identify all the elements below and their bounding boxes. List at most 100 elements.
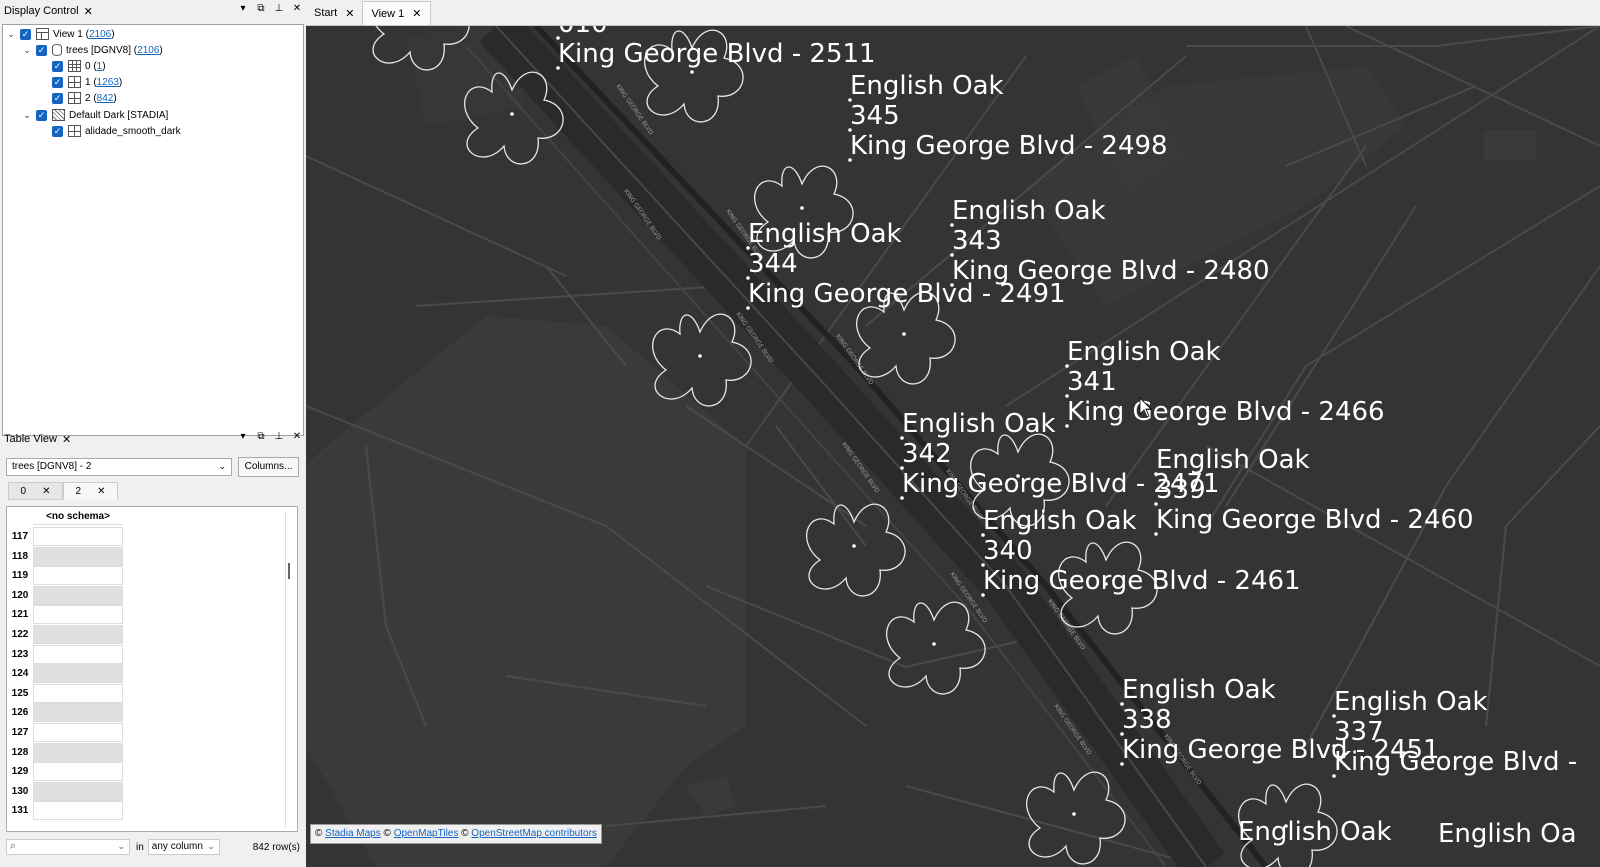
row-number[interactable]: 129: [7, 762, 33, 782]
row-number[interactable]: 130: [7, 782, 33, 802]
tree-item-trees[interactable]: ⌄ ✓ trees [DGNV8] (2106): [21, 42, 163, 58]
checkbox[interactable]: ✓: [20, 28, 31, 40]
close-icon[interactable]: ✕: [292, 3, 302, 14]
row-number[interactable]: 119: [7, 566, 33, 586]
table-row[interactable]: 125: [7, 683, 125, 704]
table-cell[interactable]: [33, 703, 123, 723]
tab-view1[interactable]: View 1 ✕: [362, 1, 431, 25]
table-row[interactable]: 129: [7, 762, 125, 782]
checkbox[interactable]: ✓: [52, 92, 63, 104]
close-icon[interactable]: ✕: [97, 486, 105, 497]
checkbox[interactable]: ✓: [36, 44, 47, 56]
row-number[interactable]: 117: [7, 527, 33, 547]
close-icon[interactable]: ✕: [345, 7, 354, 20]
row-number[interactable]: 126: [7, 703, 33, 723]
display-control-tab[interactable]: Display Control ✕: [0, 0, 97, 22]
vertical-scrollbar[interactable]: [285, 511, 293, 827]
row-number[interactable]: 120: [7, 586, 33, 606]
stadia-maps-link[interactable]: Stadia Maps: [325, 828, 381, 839]
count-link[interactable]: 842: [97, 93, 114, 104]
table-row[interactable]: 119: [7, 566, 125, 586]
openstreetmap-link[interactable]: OpenStreetMap contributors: [471, 828, 597, 839]
tree-item-default-dark[interactable]: ⌄ ✓ Default Dark [STADIA]: [21, 107, 168, 123]
checkbox[interactable]: ✓: [52, 76, 63, 88]
checkbox[interactable]: ✓: [36, 109, 47, 121]
row-number[interactable]: 127: [7, 723, 33, 743]
chevron-down-icon[interactable]: ⌄: [21, 45, 33, 56]
table-row[interactable]: 124: [7, 664, 125, 684]
tree-item-level-1[interactable]: ✓ 1 (1263): [49, 74, 122, 90]
map-view[interactable]: KING GEORGE BLVD KING GEORGE BLVD KING G…: [306, 26, 1600, 867]
pin-icon[interactable]: ⊥: [274, 3, 284, 14]
scrollbar-thumb[interactable]: [288, 563, 290, 579]
row-number[interactable]: 118: [7, 547, 33, 567]
table-cell[interactable]: [33, 625, 123, 644]
close-icon[interactable]: ✕: [62, 433, 71, 446]
row-number[interactable]: 121: [7, 605, 33, 625]
chevron-down-icon[interactable]: ⌄: [5, 29, 17, 40]
checkbox[interactable]: ✓: [52, 125, 63, 137]
float-icon[interactable]: ⧉: [256, 3, 266, 14]
row-number[interactable]: 125: [7, 684, 33, 704]
tab-2[interactable]: 2 ✕: [63, 482, 118, 500]
close-icon[interactable]: ✕: [292, 431, 302, 442]
table-cell[interactable]: [33, 683, 123, 703]
table-cell[interactable]: [33, 585, 123, 605]
table-row[interactable]: 126: [7, 703, 125, 723]
table-row[interactable]: 131: [7, 801, 125, 821]
columns-button[interactable]: Columns...: [238, 457, 299, 477]
table-row[interactable]: 130: [7, 781, 125, 802]
row-number[interactable]: 131: [7, 801, 33, 821]
row-number[interactable]: 122: [7, 625, 33, 645]
table-cell[interactable]: [33, 527, 123, 546]
close-icon[interactable]: ✕: [42, 486, 50, 497]
openmaptiles-link[interactable]: OpenMapTiles: [394, 828, 459, 839]
table-row[interactable]: 120: [7, 585, 125, 606]
table-row[interactable]: 118: [7, 546, 125, 567]
count-link[interactable]: 2106: [89, 29, 111, 40]
source-select[interactable]: trees [DGNV8] - 2 ⌄: [6, 458, 232, 476]
pin-icon[interactable]: ⊥: [274, 431, 284, 442]
table-cell[interactable]: [33, 742, 123, 762]
row-number[interactable]: 124: [7, 664, 33, 684]
tree-item-level-0[interactable]: ✓ 0 (1): [49, 58, 106, 74]
table-row[interactable]: 122: [7, 625, 125, 645]
tree-item-level-2[interactable]: ✓ 2 (842): [49, 90, 117, 106]
table-view-tab[interactable]: Table View ✕: [0, 428, 75, 450]
count-link[interactable]: 1263: [97, 77, 119, 88]
close-icon[interactable]: ✕: [412, 7, 421, 20]
column-filter-select[interactable]: any column ⌄: [147, 839, 220, 855]
table-cell[interactable]: [33, 801, 123, 821]
data-grid[interactable]: <no schema> 117 118 119 120 121 122 123 124 125 1…: [6, 506, 298, 832]
table-cell[interactable]: [33, 644, 123, 664]
tree-item-alidade[interactable]: ✓ alidade_smooth_dark: [49, 123, 181, 139]
float-icon[interactable]: ⧉: [256, 431, 266, 442]
table-cell[interactable]: [33, 762, 123, 782]
table-cell[interactable]: [33, 664, 123, 684]
tab-start[interactable]: Start ✕: [306, 1, 362, 25]
count-link[interactable]: 2106: [137, 45, 159, 56]
dropdown-icon[interactable]: ▾: [238, 3, 248, 14]
table-row[interactable]: 128: [7, 742, 125, 763]
table-cell[interactable]: [33, 605, 123, 625]
tab-0[interactable]: 0 ✕: [8, 482, 63, 500]
table-cell[interactable]: [33, 781, 123, 801]
checkbox[interactable]: ✓: [52, 60, 63, 72]
search-input[interactable]: ⌕ ⌄: [6, 839, 130, 855]
table-cell[interactable]: [33, 723, 123, 742]
table-cell[interactable]: [33, 566, 123, 586]
tree-item-view1[interactable]: ⌄ ✓ View 1 (2106): [5, 26, 115, 42]
table-row[interactable]: 121: [7, 605, 125, 625]
table-row[interactable]: 127: [7, 723, 125, 743]
table-cell[interactable]: [33, 546, 123, 566]
row-number[interactable]: 128: [7, 743, 33, 763]
table-row[interactable]: 123: [7, 644, 125, 665]
chevron-down-icon[interactable]: ⌄: [117, 841, 125, 852]
chevron-down-icon[interactable]: ⌄: [21, 110, 33, 121]
map-canvas[interactable]: KING GEORGE BLVD KING GEORGE BLVD KING G…: [306, 26, 1600, 867]
column-header[interactable]: <no schema>: [33, 509, 123, 525]
dropdown-icon[interactable]: ▾: [238, 431, 248, 442]
table-row[interactable]: 117: [7, 527, 125, 547]
close-icon[interactable]: ✕: [84, 5, 93, 18]
row-number[interactable]: 123: [7, 645, 33, 665]
